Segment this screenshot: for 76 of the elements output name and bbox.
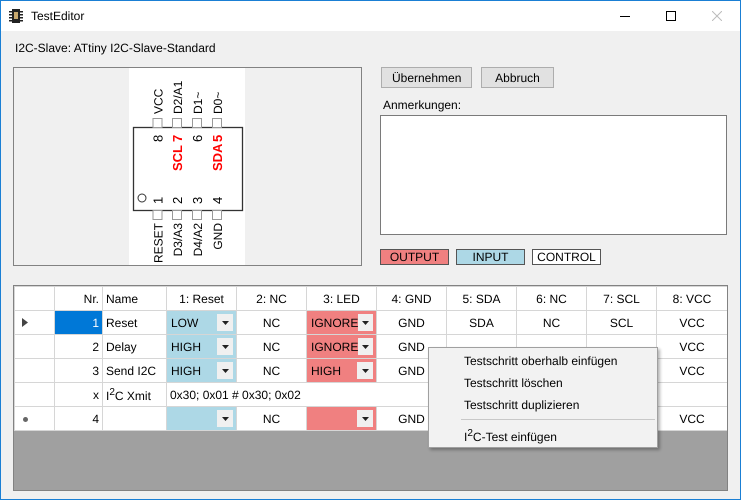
row-number-cell: 2 <box>54 334 102 358</box>
column-header[interactable]: 1: Reset <box>166 286 236 310</box>
caret-icon <box>362 368 368 372</box>
dropdown-button[interactable] <box>217 338 233 355</box>
caret-icon <box>222 416 228 420</box>
pin-number: 4 <box>210 196 224 204</box>
column-header[interactable]: 3: LED <box>306 286 376 310</box>
row-number-cell: 1 <box>54 310 102 334</box>
column-header[interactable]: 7: SCL <box>586 286 656 310</box>
notes-label: Anmerkungen: <box>383 98 462 113</box>
dropdown-field[interactable]: LOW <box>168 312 236 334</box>
dropdown-field[interactable] <box>168 408 236 430</box>
column-header[interactable]: 8: VCC <box>656 286 727 310</box>
pin-number: 8 <box>150 134 165 142</box>
column-header[interactable]: Name <box>102 286 166 310</box>
pin-number: 6 <box>190 134 204 142</box>
close-icon <box>712 11 722 21</box>
dropdown-field[interactable]: IGNORE <box>308 312 376 334</box>
pin-cell: SDA <box>446 310 516 334</box>
slave-label: I2C-Slave: ATtiny I2C-Slave-Standard <box>15 40 217 57</box>
step-name-cell: I$^{2}$C Xmit <box>102 382 166 406</box>
dropdown-button[interactable] <box>357 410 373 427</box>
pin-number: 1 <box>150 196 165 204</box>
caret-icon <box>222 344 228 348</box>
pin-one-marker <box>137 194 146 202</box>
row-header[interactable] <box>14 310 54 334</box>
pin-cell: GND <box>376 310 446 334</box>
row-number-cell: 3 <box>54 358 102 382</box>
caret-icon <box>362 344 370 348</box>
window-title: TestEditor <box>31 9 84 23</box>
dropdown-field[interactable]: HIGH <box>308 360 376 382</box>
pin-label: RESET <box>151 223 165 264</box>
pin-cell: SCL <box>586 310 656 334</box>
pin-label: VCC <box>151 88 165 114</box>
dropdown-field[interactable]: HIGH <box>168 336 236 358</box>
pin-number: 2 <box>170 196 184 204</box>
caret-icon <box>362 320 370 324</box>
notes-field[interactable] <box>380 115 727 235</box>
dropdown-field[interactable]: IGNORE <box>308 336 376 358</box>
row-number-cell: 4 <box>54 406 102 430</box>
caret-icon <box>222 368 228 372</box>
dropdown-button[interactable] <box>217 410 233 427</box>
legend-tag: CONTROL <box>532 249 601 265</box>
pin-label: D3/A3 <box>170 223 184 256</box>
dropdown-button[interactable] <box>358 338 373 355</box>
column-header[interactable]: 4: GND <box>376 286 446 310</box>
dialog-button[interactable]: Abbruch <box>481 67 554 88</box>
column-header[interactable]: 6: NC <box>516 286 586 310</box>
column-header[interactable]: 2: NC <box>236 286 306 310</box>
pin-label: D0~ <box>210 92 224 114</box>
pin-function: SDA <box>210 144 224 171</box>
dialog-button[interactable]: Übernehmen <box>381 67 472 88</box>
maximize-icon <box>666 11 676 21</box>
chip-icon <box>8 8 24 24</box>
caret-icon <box>362 416 368 420</box>
legend-tag: OUTPUT <box>380 249 449 265</box>
pin-label: D2/A1 <box>170 80 184 114</box>
legend-tag: INPUT <box>456 249 525 265</box>
dropdown-button[interactable] <box>217 314 233 331</box>
pin-label: GND <box>210 223 224 250</box>
pin-number: 5 <box>210 134 224 142</box>
row-number-cell: x <box>54 382 102 406</box>
pin-function: SCL <box>170 145 184 171</box>
column-header[interactable]: 5: SDA <box>446 286 516 310</box>
dropdown-field[interactable] <box>308 408 376 430</box>
pin-number: 7 <box>170 134 184 142</box>
pin-number: 3 <box>190 196 204 204</box>
pin-label: D4/A2 <box>190 223 204 256</box>
caret-icon <box>222 320 228 324</box>
pin-cell: NC <box>516 310 586 334</box>
column-header[interactable]: Nr. <box>54 286 102 310</box>
dropdown-button[interactable] <box>217 362 233 379</box>
dropdown-button[interactable] <box>358 314 373 331</box>
dropdown-button[interactable] <box>357 362 373 379</box>
pin-label: D1~ <box>190 92 204 114</box>
dropdown-field[interactable]: HIGH <box>168 360 236 382</box>
